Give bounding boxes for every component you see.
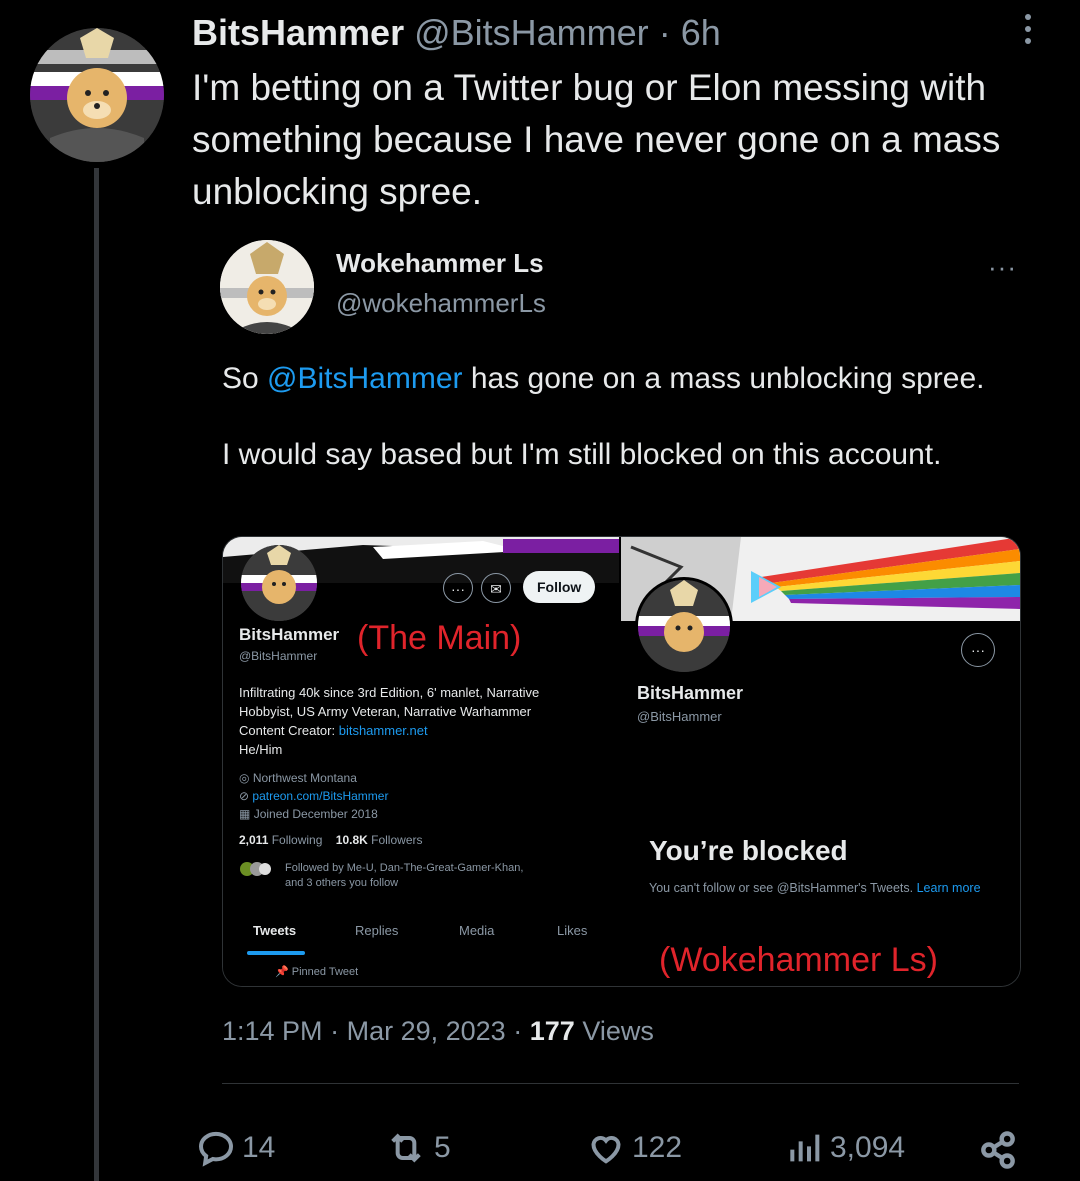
following-count: 2,011 (239, 833, 269, 847)
profile-screenshot-right: ··· BitsHammer @BitsHammer You’re blocke… (621, 537, 1020, 986)
views-count: 177 (529, 1016, 575, 1046)
bio-line-3: Content Creator: (239, 723, 339, 738)
followers-label: Followers (371, 833, 423, 847)
views-label: Views (582, 1016, 654, 1046)
bio-link: bitshammer.net (338, 723, 428, 738)
tweet-header: BitsHammer @BitsHammer · 6h (192, 12, 721, 54)
blocked-text: You can't follow or see @BitsHammer's Tw… (649, 879, 999, 898)
profile-bio: Infiltrating 40k since 3rd Edition, 6' m… (239, 683, 539, 759)
location: Northwest Montana (252, 771, 357, 785)
location-icon: ◎ (239, 771, 250, 785)
tab-tweets: Tweets (253, 923, 297, 938)
author-name[interactable]: BitsHammer (192, 12, 404, 53)
profile-screenshot-left: ··· ✉ Follow BitsHammer @BitsHammer (The… (223, 537, 619, 986)
tab-media: Media (459, 923, 495, 938)
header-separator: · (658, 12, 671, 53)
quoted-text-prefix: So (222, 362, 268, 395)
tab-replies: Replies (355, 923, 399, 938)
reply-button[interactable]: 14 (196, 1128, 275, 1168)
annotation-wokehammer: (Wokehammer Ls) (659, 941, 938, 979)
tweet-text: I'm betting on a Twitter bug or Elon mes… (192, 67, 1001, 212)
author-handle[interactable]: @BitsHammer (414, 12, 649, 53)
followers-count: 10.8K (335, 833, 368, 847)
tweet-time[interactable]: 1:14 PM (222, 1016, 323, 1046)
quoted-avatar[interactable] (220, 240, 314, 334)
website: patreon.com/BitsHammer (252, 789, 389, 803)
link-icon: ⊘ (239, 789, 250, 803)
followed-by: Followed by Me-U, Dan-The-Great-Gamer-Kh… (285, 861, 523, 891)
tweet-timestamp: 1:14 PM · Mar 29, 2023 · 177 Views (222, 1016, 654, 1047)
following-label: Following (271, 833, 323, 847)
pronouns: He/Him (239, 742, 283, 757)
bio-line-1: Infiltrating 40k since 3rd Edition, 6' m… (239, 685, 540, 700)
message-icon: ✉ (481, 573, 511, 603)
tab-likes: Likes (557, 923, 588, 938)
profile-avatar-left (241, 545, 317, 621)
pinned-tweet: 📌 Pinned Tweet (275, 965, 358, 978)
learn-more-link: Learn more (916, 881, 981, 895)
tweet-age[interactable]: 6h (681, 12, 721, 53)
profile-more-button-right: ··· (961, 633, 995, 667)
profile-handle-right: @BitsHammer (637, 709, 722, 724)
pin-icon: 📌 (275, 966, 289, 978)
retweet-icon (391, 1133, 421, 1163)
profile-meta: ◎ Northwest Montana ⊘ patreon.com/BitsHa… (239, 769, 388, 823)
follow-stats: 2,011 Following 10.8K Followers (239, 833, 423, 847)
profile-avatar-right (635, 577, 733, 675)
followed-by-line1: Followed by Me-U, Dan-The-Great-Gamer-Kh… (285, 862, 524, 874)
blocked-title: You’re blocked (649, 835, 848, 866)
tweet-date[interactable]: Mar 29, 2023 (347, 1016, 506, 1046)
like-button[interactable]: 122 (586, 1128, 682, 1168)
retweet-button[interactable]: 5 (384, 1128, 451, 1168)
active-tab-indicator (247, 951, 305, 955)
profile-name-left: BitsHammer (239, 625, 340, 644)
quoted-author-handle[interactable]: @wokehammerLs (336, 288, 546, 319)
blocked-message: You can't follow or see @BitsHammer's Tw… (649, 881, 914, 895)
quoted-text-suffix: has gone on a mass unblocking spree. (462, 362, 985, 395)
views-icon (790, 1134, 820, 1162)
quoted-text-line1: So @BitsHammer has gone on a mass unbloc… (222, 360, 1042, 398)
quoted-text-line2: I would say based but I'm still blocked … (222, 438, 942, 471)
followed-by-avatars (239, 861, 271, 877)
quoted-avatar-image (220, 240, 314, 334)
more-vertical-icon[interactable] (1018, 14, 1038, 50)
follow-button: Follow (523, 571, 596, 603)
thread-line (94, 168, 99, 1181)
followed-by-line2: and 3 others you follow (285, 877, 399, 889)
bio-line-2: Hobbyist, US Army Veteran, Narrative War… (239, 704, 532, 719)
share-icon (981, 1131, 1015, 1169)
views-button[interactable]: 3,094 (784, 1128, 905, 1168)
attached-image[interactable]: ··· ✉ Follow BitsHammer @BitsHammer (The… (222, 536, 1021, 987)
annotation-main: (The Main) (357, 619, 522, 657)
avatar-image (30, 28, 164, 162)
like-icon (591, 1136, 621, 1164)
profile-more-button: ··· (443, 573, 473, 603)
quoted-text: So @BitsHammer has gone on a mass unbloc… (222, 360, 1042, 474)
views-total: 3,094 (830, 1131, 906, 1164)
quoted-mention-link[interactable]: @BitsHammer (267, 362, 462, 395)
timestamp-separator: · (330, 1016, 340, 1046)
quoted-author-name[interactable]: Wokehammer Ls (336, 248, 544, 279)
joined: Joined December 2018 (253, 807, 378, 821)
reply-count: 14 (242, 1131, 276, 1164)
views-separator: · (513, 1016, 523, 1046)
pinned-label: Pinned Tweet (291, 966, 359, 978)
divider (222, 1083, 1019, 1084)
profile-name-right: BitsHammer (637, 683, 744, 703)
calendar-icon: ▦ (239, 807, 251, 821)
reply-icon (198, 1131, 234, 1167)
like-count: 122 (632, 1131, 683, 1164)
author-avatar[interactable] (30, 28, 164, 162)
share-button[interactable] (976, 1128, 1020, 1172)
retweet-count: 5 (434, 1131, 451, 1164)
quoted-more-icon[interactable]: ··· (988, 252, 1017, 283)
profile-handle-left: @BitsHammer (239, 649, 318, 663)
